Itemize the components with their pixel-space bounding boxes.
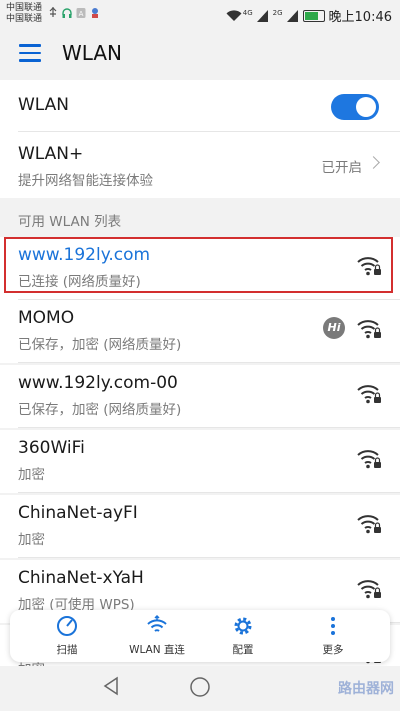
network-status: 已保存，加密 (网络质量好)	[18, 402, 182, 418]
gear-icon	[234, 617, 252, 635]
network-type-1: 4G	[242, 8, 253, 17]
svg-text:A: A	[79, 10, 84, 18]
usb-icon	[49, 7, 57, 17]
wifi-lock-icon	[357, 450, 381, 469]
config-button[interactable]: 配置	[198, 610, 288, 662]
wlan-plus-status: 已开启	[321, 160, 363, 176]
wifi-lock-icon	[357, 320, 381, 339]
notification-icons: A	[48, 7, 100, 19]
wifi-lock-icon	[357, 385, 381, 404]
wifi-status-icon	[226, 9, 242, 21]
bottom-toolbar: 扫描 WLAN 直连 配置 更多	[10, 610, 390, 662]
home-nav-icon[interactable]	[189, 676, 211, 698]
carrier-label-1: 中国联通	[6, 3, 43, 13]
wlan-toggle-row[interactable]: WLAN	[0, 80, 400, 132]
wlan-toggle-switch[interactable]	[331, 94, 379, 120]
network-status: 已保存，加密 (网络质量好)	[18, 337, 182, 353]
divider	[18, 557, 400, 558]
wlan-direct-button[interactable]: WLAN 直连	[112, 610, 202, 662]
network-type-2: 2G	[272, 8, 283, 17]
wifi-lock-icon	[357, 515, 381, 534]
battery-fill	[304, 11, 319, 20]
network-row[interactable]: MOMO 已保存，加密 (网络质量好) Hi	[0, 300, 400, 363]
scan-icon	[57, 616, 77, 636]
wlan-toggle-label: WLAN	[18, 95, 70, 115]
wifi-lock-icon	[357, 257, 381, 276]
chevron-right-icon	[367, 156, 380, 169]
divider	[18, 427, 400, 428]
network-status: 已连接 (网络质量好)	[18, 274, 141, 290]
network-ssid: www.192ly.com-00	[18, 373, 178, 393]
network-status: 加密	[18, 532, 45, 548]
clock: 晚上10:46	[328, 10, 392, 25]
network-row[interactable]: www.192ly.com-00 已保存，加密 (网络质量好)	[0, 365, 400, 428]
page-title: WLAN	[62, 41, 123, 65]
more-label: 更多	[322, 644, 344, 656]
hi-badge-icon: Hi	[323, 317, 345, 339]
battery-icon	[302, 9, 325, 22]
network-row[interactable]: 360WiFi 加密	[0, 430, 400, 493]
wlan-plus-title: WLAN+	[18, 144, 84, 164]
signal-icon-2	[286, 9, 298, 22]
status-bar: 中国联通 中国联通 A 4G 2G 晚上10:46	[0, 0, 400, 30]
wifi-lock-icon	[357, 580, 381, 599]
config-label: 配置	[232, 644, 254, 656]
status-right: 4G 2G 晚上10:46	[226, 6, 392, 25]
hamburger-menu-icon[interactable]	[19, 44, 41, 64]
network-ssid: 360WiFi	[18, 438, 85, 458]
section-header: 可用 WLAN 列表	[18, 214, 122, 230]
network-status: 加密	[18, 467, 45, 483]
wlan-direct-icon	[147, 614, 167, 632]
back-nav-icon[interactable]	[102, 676, 122, 696]
network-row-connected[interactable]: www.192ly.com 已连接 (网络质量好)	[0, 237, 400, 300]
system-nav-bar: 路由器网	[0, 666, 400, 711]
wlan-plus-row[interactable]: WLAN+ 提升网络智能连接体验 已开启	[0, 132, 400, 198]
app-notification-icon: A	[76, 8, 86, 18]
scan-button[interactable]: 扫描	[22, 610, 112, 662]
network-ssid: ChinaNet-xYaH	[18, 568, 144, 588]
app-bar: WLAN	[0, 30, 400, 80]
more-vertical-icon	[331, 617, 335, 635]
wlan-plus-subtitle: 提升网络智能连接体验	[18, 173, 153, 189]
headset-icon	[62, 8, 72, 18]
signal-icon-1	[256, 9, 268, 22]
network-ssid: www.192ly.com	[18, 245, 151, 265]
network-ssid: MOMO	[18, 308, 75, 328]
wlan-direct-label: WLAN 直连	[129, 644, 185, 656]
network-ssid: ChinaNet-ayFI	[18, 503, 138, 523]
more-button[interactable]: 更多	[288, 610, 378, 662]
divider	[18, 492, 400, 493]
network-row[interactable]: ChinaNet-ayFI 加密	[0, 495, 400, 558]
carrier-label-2: 中国联通	[6, 14, 43, 24]
robot-notification-icon	[92, 8, 98, 18]
watermark-text: 路由器网	[338, 681, 394, 697]
scan-label: 扫描	[56, 644, 78, 656]
divider	[18, 362, 400, 363]
toggle-knob	[356, 97, 376, 117]
